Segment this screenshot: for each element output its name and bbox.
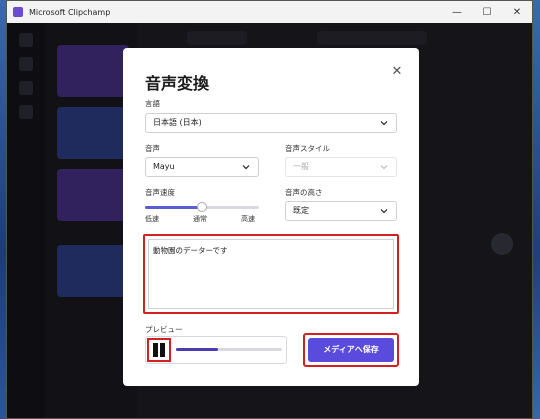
text-input-highlight: 動物園のデーターです [143,234,399,314]
maximize-button[interactable]: ☐ [472,1,502,23]
pitch-value: 既定 [293,206,309,215]
window-title: Microsoft Clipchamp [29,7,111,17]
voice-label: 音声 [145,144,160,153]
chevron-down-icon [380,209,388,214]
title-bar: Microsoft Clipchamp — ☐ ✕ [7,1,532,23]
chevron-down-icon [380,121,388,126]
pause-icon [153,343,165,357]
style-value: 一般 [293,162,309,171]
language-label: 言語 [145,99,160,108]
style-label: 音声スタイル [285,144,330,153]
speed-tick-normal: 通常 [193,215,207,223]
save-to-media-button[interactable]: メディアへ保存 [308,338,394,362]
language-select[interactable]: 日本語 (日本) [145,113,397,133]
chevron-down-icon [242,165,250,170]
speed-slider-handle[interactable] [197,202,207,212]
minimize-button[interactable]: — [442,1,472,23]
voice-select[interactable]: Mayu [145,157,259,177]
save-button-highlight: メディアへ保存 [303,333,399,367]
preview-player [145,336,287,364]
pitch-label: 音声の高さ [285,188,323,197]
chevron-down-icon [380,165,388,170]
speed-slider-fill [145,206,202,209]
language-value: 日本語 (日本) [153,118,202,127]
speed-tick-slow: 低速 [145,215,159,223]
voice-value: Mayu [153,162,175,171]
pitch-select[interactable]: 既定 [285,201,397,221]
window-controls: — ☐ ✕ [442,1,532,23]
pause-button[interactable] [147,338,171,362]
preview-progress-fill [176,348,219,351]
style-select[interactable]: 一般 [285,157,397,177]
speed-tick-fast: 高速 [241,215,255,223]
speech-text-area[interactable]: 動物園のデーターです [148,239,394,309]
close-window-button[interactable]: ✕ [502,1,532,23]
dialog-title: 音声変換 [145,74,210,93]
clipchamp-app-icon [13,7,23,17]
desktop-background-right [532,0,540,419]
close-icon[interactable]: ✕ [389,64,405,80]
text-to-speech-dialog: 音声変換 ✕ 言語 日本語 (日本) 音声 Mayu 音声スタイル 一般 音声速… [123,48,419,386]
speed-label: 音声速度 [145,188,175,197]
preview-progress-bar[interactable] [176,348,282,351]
speed-slider[interactable] [145,202,259,212]
preview-label: プレビュー [145,325,183,334]
